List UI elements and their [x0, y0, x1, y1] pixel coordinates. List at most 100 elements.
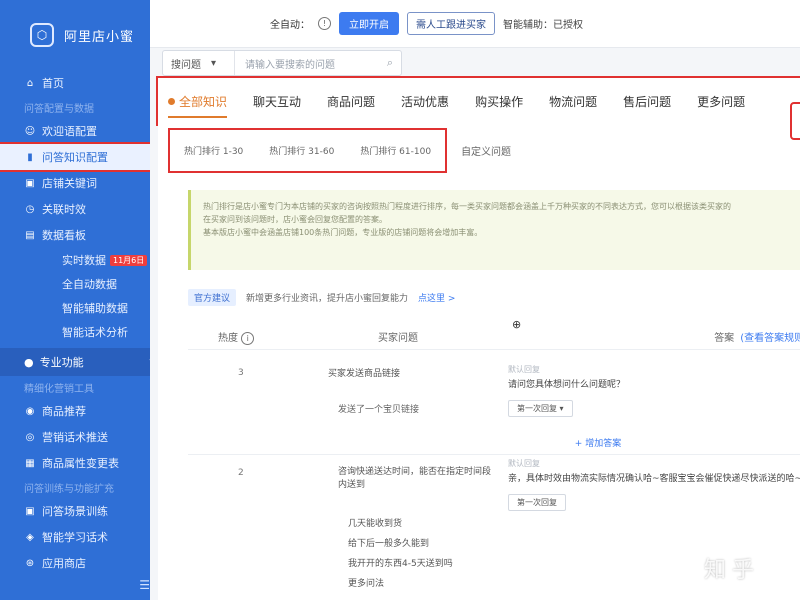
row-question[interactable]: 买家发送商品链接 — [328, 368, 508, 381]
answer-order-select[interactable]: 第一次回复 — [508, 494, 566, 511]
search-icon[interactable]: ⌕ — [379, 56, 401, 70]
sidebar-item-home[interactable]: ⌂ 首页 — [0, 70, 170, 96]
enable-now-button[interactable]: 立即开启 — [339, 12, 399, 35]
tab-more[interactable]: 更多问题 — [697, 93, 745, 110]
top-bar: 全自动： ! 立即开启 需人工跟进买家 智能辅助：已授权 — [150, 0, 800, 48]
row-answer: 默认回复 亲，具体时效由物流实际情况确认哈~客服宝宝会催促快递尽快派送的哈~ 第… — [508, 458, 800, 511]
range-tabs-box: 热门排行 1-30 热门排行 31-60 热门排行 61-100 — [167, 128, 448, 173]
suggestion-link[interactable]: 点这里 > — [418, 291, 455, 304]
search-type-select[interactable]: 搜问题 ▾ — [163, 51, 235, 75]
row-rank: 2 — [238, 468, 244, 478]
range-tab-31-60[interactable]: 热门排行 31-60 — [269, 144, 334, 157]
category-tabs: 全部知识 聊天互动 商品问题 活动优惠 购买操作 物流问题 售后问题 更多问题 — [156, 76, 800, 126]
menu-icon[interactable]: ☰ — [139, 578, 150, 592]
auto-mode-label: 全自动： — [270, 20, 310, 31]
gift-icon: ◉ — [25, 405, 35, 417]
monitor-screen: ⬡ 阿里店小蜜 ⌂ 首页 问答配置与数据 ☺ 欢迎语配置 ▮ 问答知识配置 ▣ … — [0, 0, 800, 600]
doc-icon: ▮ — [27, 151, 33, 163]
highlight-box-right — [790, 102, 800, 140]
sidebar: ⬡ 阿里店小蜜 ⌂ 首页 问答配置与数据 ☺ 欢迎语配置 ▮ 问答知识配置 ▣ … — [0, 0, 170, 600]
content-panel: 热门排行 1-30 热门排行 31-60 热门排行 61-100 自定义问题 热… — [158, 102, 800, 600]
new-badge: 11月6日 — [110, 254, 148, 266]
answer-label: 默认回复 — [508, 365, 540, 374]
table-icon: ▦ — [25, 457, 35, 469]
sidebar-sub-assist[interactable]: 智能辅助数据 — [0, 296, 170, 320]
tab-chat[interactable]: 聊天互动 — [253, 93, 301, 110]
megaphone-icon: ◎ — [25, 431, 35, 443]
col-question: 买家问题 — [378, 333, 418, 344]
sidebar-item-smart-learn[interactable]: ◈ 智能学习话术 — [0, 524, 170, 550]
tab-purchase[interactable]: 购买操作 — [475, 93, 523, 110]
search-input[interactable]: 请输入要搜索的问题 — [235, 56, 379, 71]
sidebar-group-training: 问答训练与功能扩充 — [24, 483, 114, 495]
bulb-icon: ◈ — [26, 531, 34, 543]
app-logo[interactable]: ⬡ 阿里店小蜜 — [0, 0, 170, 70]
key-icon: ▣ — [25, 177, 35, 189]
range-tab-61-100[interactable]: 热门排行 61-100 — [360, 144, 431, 157]
notice-line-2: 在买家问到该问题时，店小蜜会回复您配置的答案。 — [203, 215, 387, 224]
sidebar-item-dashboard[interactable]: ▤ 数据看板 — [0, 222, 170, 248]
table-header: 热度 i 买家问题 答案 (查看答案规则) — [188, 324, 800, 350]
sidebar-group-marketing: 精细化营销工具 — [24, 383, 94, 395]
range-tabs: 热门排行 1-30 热门排行 31-60 热门排行 61-100 自定义问题 — [167, 128, 511, 173]
chevron-down-icon: ▾ — [211, 57, 217, 69]
suggestion-bar: 官方建议 新增更多行业资讯，提升店小蜜回复能力 点这里 > — [188, 286, 800, 308]
sidebar-sub-analysis[interactable]: 智能话术分析 — [0, 320, 170, 344]
question-variant: 给下后一般多久能到 — [348, 539, 430, 549]
tab-promotion[interactable]: 活动优惠 — [401, 93, 449, 110]
row-sub-question: 发送了一个宝贝链接 — [338, 405, 420, 415]
suggestion-text: 新增更多行业资讯，提升店小蜜回复能力 — [246, 293, 409, 304]
tab-aftersale[interactable]: 售后问题 — [623, 93, 671, 110]
row-question[interactable]: 咨询快递送达时间，能否在指定时间段内送到 — [338, 466, 498, 492]
sidebar-sub-auto[interactable]: 全自动数据 — [0, 272, 170, 296]
pro-icon: ● — [24, 355, 34, 369]
home-icon: ⌂ — [26, 77, 34, 89]
active-dot-icon — [168, 97, 175, 105]
row-answer: 默认回复 请问您具体想问什么问题呢？ 第一次回复 ▾ — [508, 364, 800, 417]
zhihu-watermark: 知乎 — [703, 558, 760, 583]
assist-status: 智能辅助：已授权 — [503, 20, 583, 31]
answer-rules-link[interactable]: (查看答案规则) — [740, 329, 800, 344]
row-rank: 3 — [238, 368, 244, 378]
search-bar: 搜问题 ▾ 请输入要搜索的问题 ⌕ — [162, 50, 402, 76]
answer-order-select[interactable]: 第一次回复 ▾ — [508, 400, 573, 417]
info-icon[interactable]: ! — [318, 17, 331, 30]
answer-label: 默认回复 — [508, 459, 540, 468]
question-variant: 几天能收到货 — [348, 519, 403, 529]
tab-logistics[interactable]: 物流问题 — [549, 93, 597, 110]
sidebar-item-marketing-push[interactable]: ◎ 营销话术推送 — [0, 424, 170, 450]
notice-line-3: 基本版店小蜜中会涵盖店铺100条热门问题，专业版的店铺问题将会增加丰富。 — [203, 228, 483, 237]
sidebar-item-timing[interactable]: ◷ 关联时效 — [0, 196, 170, 222]
row-divider — [188, 454, 800, 455]
col-heat: 热度 i — [188, 329, 255, 345]
sidebar-item-app-store[interactable]: ⊛ 应用商店 — [0, 550, 170, 576]
answer-text[interactable]: 请问您具体想问什么问题呢？ — [508, 379, 800, 392]
sidebar-group-qa: 问答配置与数据 — [24, 103, 94, 115]
sidebar-item-qa-config[interactable]: ▮ 问答知识配置 — [0, 142, 156, 172]
train-icon: ▣ — [25, 505, 35, 517]
clock-icon: ◷ — [25, 203, 35, 215]
tab-all-knowledge[interactable]: 全部知识 — [168, 93, 228, 118]
app-title: 阿里店小蜜 — [64, 29, 135, 45]
manual-followup-button[interactable]: 需人工跟进买家 — [407, 12, 495, 35]
logo-icon: ⬡ — [30, 23, 54, 47]
sidebar-item-scene-train[interactable]: ▣ 问答场景训练 — [0, 498, 170, 524]
more-variants-link[interactable]: 更多问法 — [348, 576, 384, 589]
col-answer: 答案 (查看答案规则) — [714, 329, 800, 344]
official-tag: 官方建议 — [188, 288, 237, 306]
add-answer-button[interactable]: + 增加答案 — [478, 436, 718, 449]
store-icon: ⊛ — [25, 557, 35, 569]
sidebar-sub-realtime[interactable]: 实时数据 11月6日 — [0, 248, 170, 272]
range-tab-1-30[interactable]: 热门排行 1-30 — [184, 144, 243, 157]
sidebar-item-attr-table[interactable]: ▦ 商品属性变更表 — [0, 450, 170, 476]
notice-box: 热门排行是店小蜜专门为本店铺的买家的咨询按照热门程度进行排序，每一类买家问题都会… — [188, 190, 800, 270]
chart-icon: ▤ — [25, 229, 35, 241]
sidebar-section-pro[interactable]: ● 专业功能 ▾ — [0, 348, 170, 376]
sidebar-item-keywords[interactable]: ▣ 店铺关键词 — [0, 170, 170, 196]
tab-custom-question[interactable]: 自定义问题 — [461, 143, 511, 158]
sidebar-item-welcome[interactable]: ☺ 欢迎语配置 — [0, 118, 170, 144]
tab-product[interactable]: 商品问题 — [327, 93, 375, 110]
main-content: 全自动： ! 立即开启 需人工跟进买家 智能辅助：已授权 搜问题 ▾ 请输入要搜… — [150, 0, 800, 600]
sidebar-item-product-rec[interactable]: ◉ 商品推荐 — [0, 398, 170, 424]
answer-text[interactable]: 亲，具体时效由物流实际情况确认哈~客服宝宝会催促快递尽快派送的哈~ — [508, 473, 800, 486]
